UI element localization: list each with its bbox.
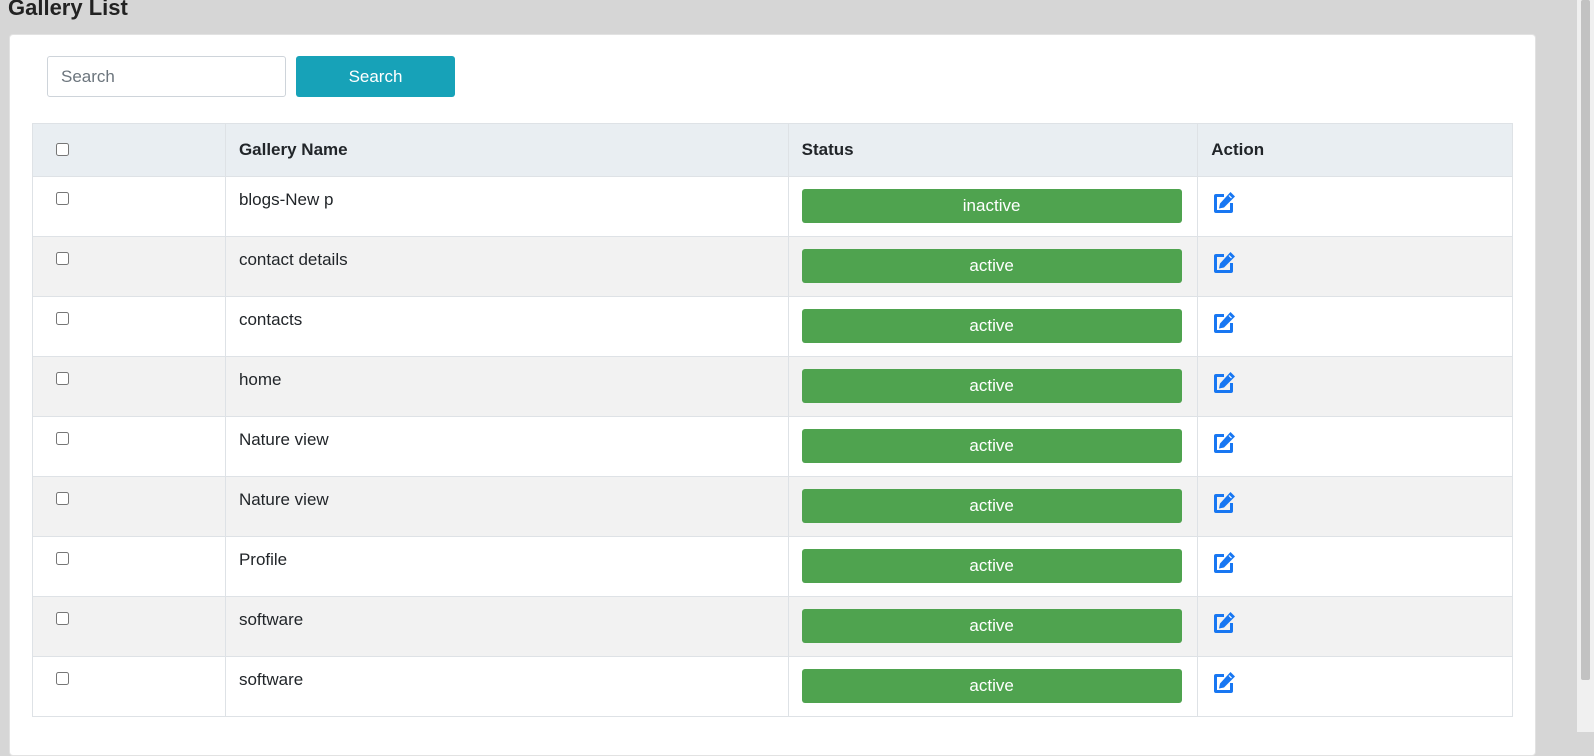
row-checkbox[interactable] <box>56 192 69 205</box>
table-row: contacts active <box>32 296 1513 357</box>
status-badge[interactable]: active <box>801 549 1182 583</box>
status-cell: active <box>787 356 1199 417</box>
row-select-cell <box>32 656 226 717</box>
gallery-name-cell: contact details <box>224 236 789 297</box>
column-header-gallery-name: Gallery Name <box>224 123 789 177</box>
status-cell: active <box>787 656 1199 717</box>
action-cell <box>1197 656 1513 717</box>
edit-icon[interactable] <box>1211 370 1237 396</box>
gallery-name-cell: home <box>224 356 789 417</box>
search-button[interactable]: Search <box>296 56 455 97</box>
action-cell <box>1197 476 1513 537</box>
status-badge[interactable]: active <box>801 249 1182 283</box>
gallery-name-cell: Profile <box>224 536 789 597</box>
row-checkbox[interactable] <box>56 492 69 505</box>
action-cell <box>1197 596 1513 657</box>
edit-icon[interactable] <box>1211 670 1237 696</box>
search-input[interactable] <box>47 56 286 97</box>
status-badge[interactable]: inactive <box>801 189 1182 223</box>
gallery-name-cell: blogs-New p <box>224 176 789 237</box>
row-select-cell <box>32 536 226 597</box>
page-title: Gallery List <box>8 0 128 20</box>
gallery-name-cell: contacts <box>224 296 789 357</box>
table-row: software active <box>32 596 1513 657</box>
edit-icon[interactable] <box>1211 610 1237 636</box>
status-cell: active <box>787 476 1199 537</box>
row-select-cell <box>32 596 226 657</box>
row-select-cell <box>32 476 226 537</box>
row-select-cell <box>32 176 226 237</box>
select-all-header <box>32 123 226 177</box>
edit-icon[interactable] <box>1211 310 1237 336</box>
table-row: home active <box>32 356 1513 417</box>
status-badge[interactable]: active <box>801 369 1182 403</box>
status-badge[interactable]: active <box>801 489 1182 523</box>
table-row: blogs-New p inactive <box>32 176 1513 237</box>
action-cell <box>1197 176 1513 237</box>
gallery-name-cell: software <box>224 656 789 717</box>
edit-icon[interactable] <box>1211 190 1237 216</box>
action-cell <box>1197 536 1513 597</box>
edit-icon[interactable] <box>1211 550 1237 576</box>
row-select-cell <box>32 356 226 417</box>
row-select-cell <box>32 296 226 357</box>
table-row: Nature view active <box>32 476 1513 537</box>
column-header-action: Action <box>1197 123 1513 177</box>
column-header-status: Status <box>787 123 1199 177</box>
row-checkbox[interactable] <box>56 372 69 385</box>
action-cell <box>1197 356 1513 417</box>
gallery-name-cell: Nature view <box>224 476 789 537</box>
action-cell <box>1197 416 1513 477</box>
table-body: blogs-New p inactive contact details active… <box>32 176 1513 717</box>
status-cell: active <box>787 536 1199 597</box>
gallery-table: Gallery Name Status Action blogs-New p in… <box>32 123 1513 717</box>
gallery-name-cell: software <box>224 596 789 657</box>
status-badge[interactable]: active <box>801 309 1182 343</box>
gallery-card: Search Gallery Name Status Action blogs-… <box>9 34 1536 756</box>
status-cell: active <box>787 596 1199 657</box>
edit-icon[interactable] <box>1211 250 1237 276</box>
status-cell: active <box>787 236 1199 297</box>
action-cell <box>1197 296 1513 357</box>
table-row: software active <box>32 656 1513 717</box>
row-select-cell <box>32 416 226 477</box>
row-checkbox[interactable] <box>56 312 69 325</box>
status-cell: active <box>787 416 1199 477</box>
row-checkbox[interactable] <box>56 552 69 565</box>
table-row: Nature view active <box>32 416 1513 477</box>
status-badge[interactable]: active <box>801 609 1182 643</box>
page-scrollbar[interactable] <box>1577 0 1594 732</box>
row-checkbox[interactable] <box>56 252 69 265</box>
edit-icon[interactable] <box>1211 490 1237 516</box>
row-checkbox[interactable] <box>56 672 69 685</box>
row-select-cell <box>32 236 226 297</box>
row-checkbox[interactable] <box>56 432 69 445</box>
action-cell <box>1197 236 1513 297</box>
table-row: Profile active <box>32 536 1513 597</box>
row-checkbox[interactable] <box>56 612 69 625</box>
status-badge[interactable]: active <box>801 429 1182 463</box>
scrollbar-thumb[interactable] <box>1581 0 1590 680</box>
table-header-row: Gallery Name Status Action <box>32 123 1513 177</box>
edit-icon[interactable] <box>1211 430 1237 456</box>
table-row: contact details active <box>32 236 1513 297</box>
status-cell: inactive <box>787 176 1199 237</box>
status-cell: active <box>787 296 1199 357</box>
status-badge[interactable]: active <box>801 669 1182 703</box>
select-all-checkbox[interactable] <box>56 143 69 156</box>
gallery-name-cell: Nature view <box>224 416 789 477</box>
